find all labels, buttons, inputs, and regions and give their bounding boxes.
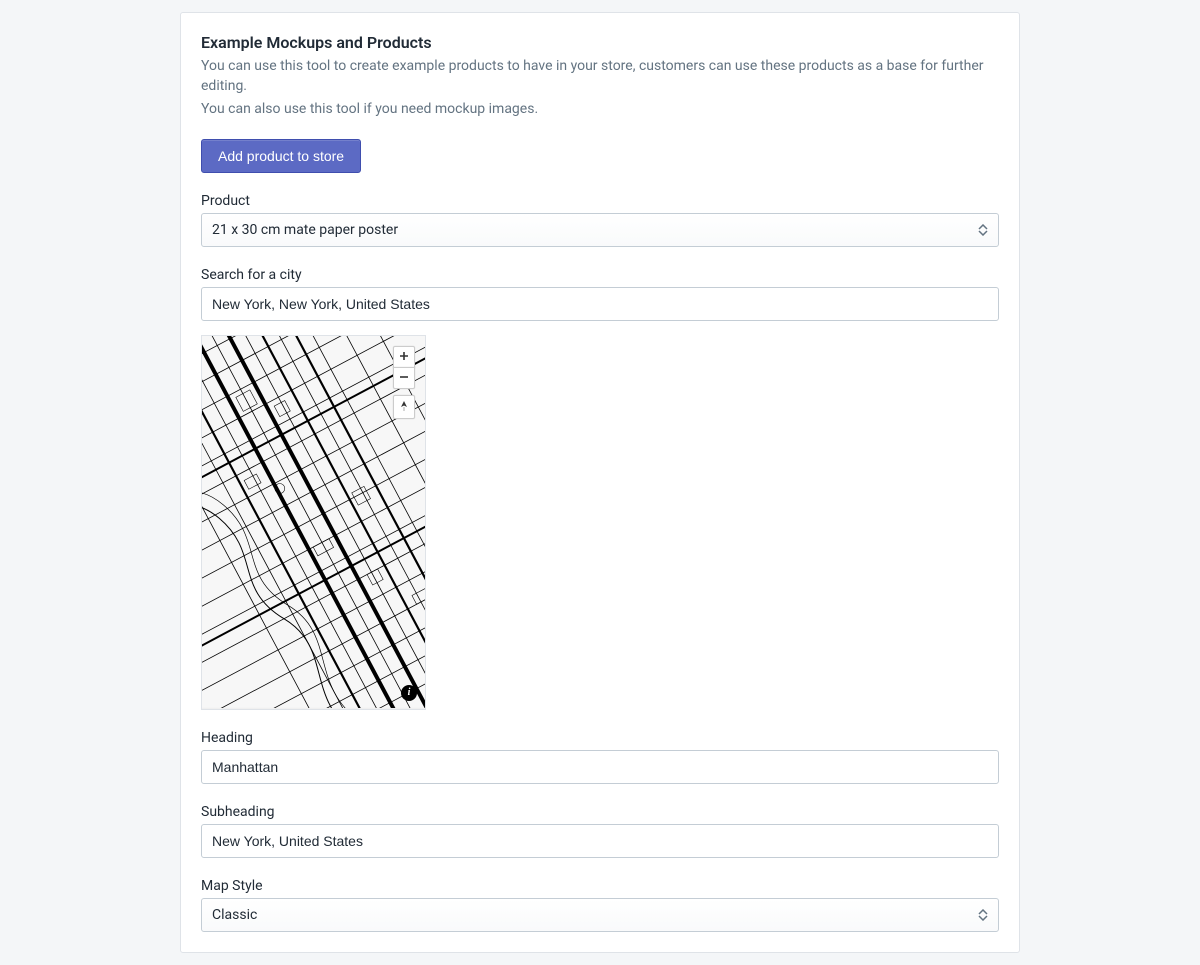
zoom-out-button[interactable]: [393, 367, 415, 389]
compass-button[interactable]: [393, 395, 415, 419]
search-input[interactable]: [201, 287, 999, 321]
map-art: [202, 336, 425, 708]
settings-card: Example Mockups and Products You can use…: [180, 12, 1020, 953]
search-label: Search for a city: [201, 267, 999, 283]
map-style-select-value: Classic: [212, 905, 968, 925]
subheading-label: Subheading: [201, 804, 999, 820]
plus-icon: [399, 351, 409, 361]
add-product-button[interactable]: Add product to store: [201, 139, 361, 173]
chevron-updown-icon: [978, 224, 988, 236]
page-title: Example Mockups and Products: [201, 33, 999, 52]
heading-input[interactable]: [201, 750, 999, 784]
subheading-group: Subheading: [201, 804, 999, 858]
search-group: Search for a city: [201, 267, 999, 321]
map-preview[interactable]: i: [201, 335, 426, 710]
zoom-in-button[interactable]: [393, 346, 415, 368]
compass-icon: [399, 400, 409, 412]
product-select[interactable]: 21 x 30 cm mate paper poster: [201, 213, 999, 247]
minus-icon: [399, 372, 409, 382]
heading-label: Heading: [201, 730, 999, 746]
info-icon[interactable]: i: [401, 685, 417, 701]
subheading-input[interactable]: [201, 824, 999, 858]
map-style-label: Map Style: [201, 878, 999, 894]
page-desc-2: You can also use this tool if you need m…: [201, 99, 999, 119]
product-label: Product: [201, 193, 999, 209]
chevron-updown-icon: [978, 909, 988, 921]
map-controls: [393, 346, 415, 419]
map-style-select[interactable]: Classic: [201, 898, 999, 932]
heading-group: Heading: [201, 730, 999, 784]
map-style-group: Map Style Classic: [201, 878, 999, 932]
product-select-value: 21 x 30 cm mate paper poster: [212, 220, 968, 240]
page-desc-1: You can use this tool to create example …: [201, 56, 999, 97]
product-group: Product 21 x 30 cm mate paper poster: [201, 193, 999, 247]
